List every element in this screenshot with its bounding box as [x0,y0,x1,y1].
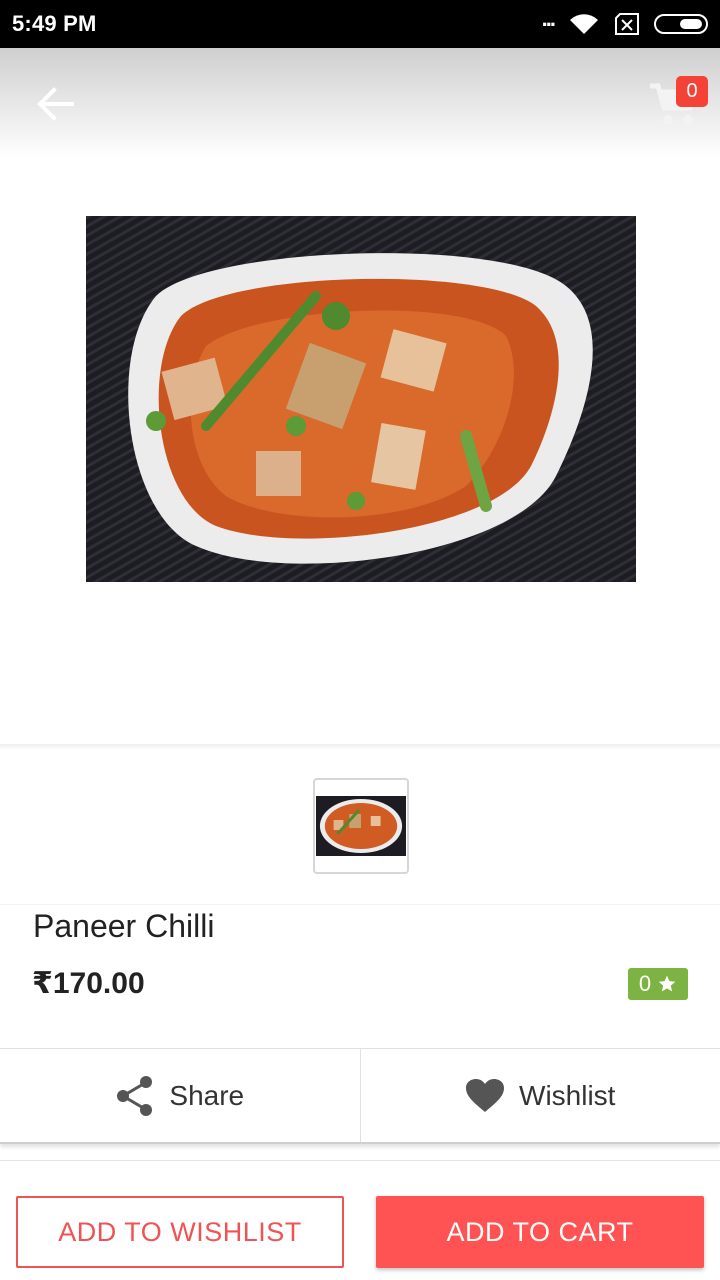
add-to-cart-button[interactable]: ADD TO CART [376,1196,704,1268]
status-bar: 5:49 PM ... [0,0,720,48]
share-button[interactable]: Share [0,1049,360,1142]
header-background [0,48,720,158]
share-icon [117,1075,153,1116]
section-divider [0,744,720,750]
more-dots-icon: ... [541,6,556,31]
product-thumbnail[interactable] [313,778,409,874]
status-time: 5:49 PM [12,11,97,36]
heart-icon [466,1078,505,1112]
divider [0,904,720,905]
rating-badge: 0 [628,968,688,1000]
bottom-divider [0,1160,720,1182]
wifi-icon [570,14,598,34]
wishlist-label: Wishlist [519,1079,616,1111]
back-button[interactable] [34,84,78,124]
product-price: ₹170.00 [32,967,145,1000]
share-label: Share [169,1079,245,1111]
arrow-left-icon [37,87,74,121]
add-to-wishlist-button[interactable]: ADD TO WISHLIST [16,1196,344,1268]
action-row: Share Wishlist [0,1048,720,1144]
wishlist-button[interactable]: Wishlist [359,1049,720,1142]
status-icons: ... [542,6,708,38]
product-name: Paneer Chilli [33,908,215,944]
rating-value: 0 [638,971,652,996]
star-icon [658,975,676,992]
product-image[interactable] [86,216,636,582]
no-sim-icon [615,13,639,35]
cart-count-badge: 0 [676,76,708,107]
battery-icon [654,14,708,34]
